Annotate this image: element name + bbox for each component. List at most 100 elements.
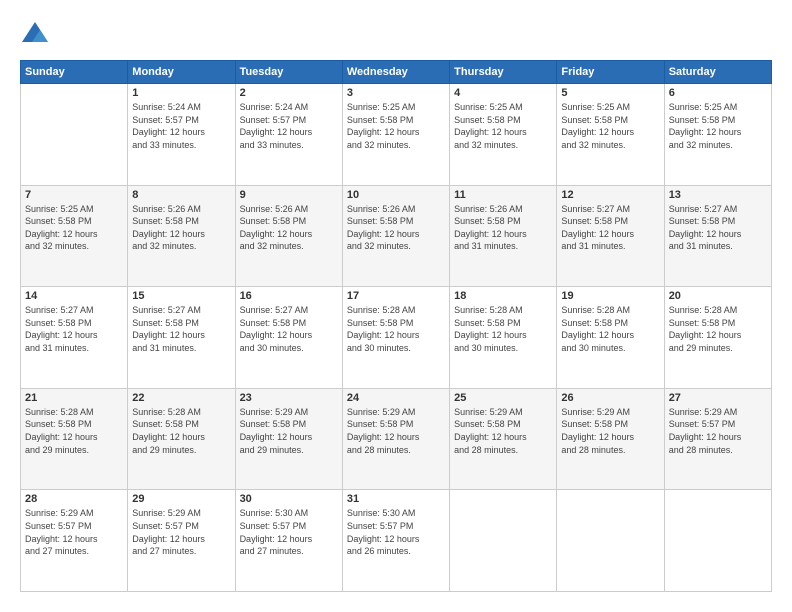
day-info: Sunrise: 5:28 AM Sunset: 5:58 PM Dayligh… — [132, 406, 230, 456]
calendar-cell: 26 Sunrise: 5:29 AM Sunset: 5:58 PM Dayli… — [557, 388, 664, 490]
calendar-week-row: 28 Sunrise: 5:29 AM Sunset: 5:57 PM Dayli… — [21, 490, 772, 592]
calendar-cell: 27 Sunrise: 5:29 AM Sunset: 5:57 PM Dayli… — [664, 388, 771, 490]
day-info: Sunrise: 5:24 AM Sunset: 5:57 PM Dayligh… — [240, 101, 338, 151]
day-info: Sunrise: 5:25 AM Sunset: 5:58 PM Dayligh… — [25, 203, 123, 253]
day-number: 7 — [25, 189, 123, 201]
day-number: 31 — [347, 493, 445, 505]
calendar-header-row: SundayMondayTuesdayWednesdayThursdayFrid… — [21, 61, 772, 84]
calendar-cell: 18 Sunrise: 5:28 AM Sunset: 5:58 PM Dayli… — [450, 287, 557, 389]
day-number: 6 — [669, 87, 767, 99]
day-number: 10 — [347, 189, 445, 201]
day-info: Sunrise: 5:27 AM Sunset: 5:58 PM Dayligh… — [240, 304, 338, 354]
day-info: Sunrise: 5:28 AM Sunset: 5:58 PM Dayligh… — [454, 304, 552, 354]
calendar-cell: 12 Sunrise: 5:27 AM Sunset: 5:58 PM Dayli… — [557, 185, 664, 287]
day-info: Sunrise: 5:26 AM Sunset: 5:58 PM Dayligh… — [347, 203, 445, 253]
calendar-cell: 25 Sunrise: 5:29 AM Sunset: 5:58 PM Dayli… — [450, 388, 557, 490]
column-header-saturday: Saturday — [664, 61, 771, 84]
day-info: Sunrise: 5:27 AM Sunset: 5:58 PM Dayligh… — [25, 304, 123, 354]
calendar-cell: 21 Sunrise: 5:28 AM Sunset: 5:58 PM Dayli… — [21, 388, 128, 490]
calendar-cell: 20 Sunrise: 5:28 AM Sunset: 5:58 PM Dayli… — [664, 287, 771, 389]
calendar-cell: 22 Sunrise: 5:28 AM Sunset: 5:58 PM Dayli… — [128, 388, 235, 490]
day-number: 9 — [240, 189, 338, 201]
day-number: 4 — [454, 87, 552, 99]
day-info: Sunrise: 5:29 AM Sunset: 5:57 PM Dayligh… — [132, 507, 230, 557]
day-info: Sunrise: 5:26 AM Sunset: 5:58 PM Dayligh… — [454, 203, 552, 253]
day-number: 19 — [561, 290, 659, 302]
day-number: 17 — [347, 290, 445, 302]
logo-icon — [20, 20, 50, 50]
day-info: Sunrise: 5:29 AM Sunset: 5:57 PM Dayligh… — [669, 406, 767, 456]
day-number: 21 — [25, 392, 123, 404]
day-number: 22 — [132, 392, 230, 404]
day-number: 12 — [561, 189, 659, 201]
day-number: 29 — [132, 493, 230, 505]
calendar-cell: 4 Sunrise: 5:25 AM Sunset: 5:58 PM Daylig… — [450, 84, 557, 186]
calendar-cell: 16 Sunrise: 5:27 AM Sunset: 5:58 PM Dayli… — [235, 287, 342, 389]
calendar-cell: 19 Sunrise: 5:28 AM Sunset: 5:58 PM Dayli… — [557, 287, 664, 389]
column-header-friday: Friday — [557, 61, 664, 84]
day-number: 27 — [669, 392, 767, 404]
day-number: 30 — [240, 493, 338, 505]
day-info: Sunrise: 5:28 AM Sunset: 5:58 PM Dayligh… — [669, 304, 767, 354]
day-number: 8 — [132, 189, 230, 201]
day-number: 18 — [454, 290, 552, 302]
day-number: 20 — [669, 290, 767, 302]
calendar-cell: 8Sunrise: 5:26 AM Sunset: 5:58 PM Daylig… — [128, 185, 235, 287]
calendar-cell: 29 Sunrise: 5:29 AM Sunset: 5:57 PM Dayli… — [128, 490, 235, 592]
day-info: Sunrise: 5:28 AM Sunset: 5:58 PM Dayligh… — [25, 406, 123, 456]
calendar-cell: 14Sunrise: 5:27 AM Sunset: 5:58 PM Dayli… — [21, 287, 128, 389]
day-info: Sunrise: 5:25 AM Sunset: 5:58 PM Dayligh… — [454, 101, 552, 151]
calendar-cell: 31 Sunrise: 5:30 AM Sunset: 5:57 PM Dayli… — [342, 490, 449, 592]
day-info: Sunrise: 5:29 AM Sunset: 5:58 PM Dayligh… — [454, 406, 552, 456]
day-info: Sunrise: 5:25 AM Sunset: 5:58 PM Dayligh… — [669, 101, 767, 151]
day-number: 11 — [454, 189, 552, 201]
header — [20, 20, 772, 50]
day-number: 26 — [561, 392, 659, 404]
column-header-sunday: Sunday — [21, 61, 128, 84]
calendar-cell — [557, 490, 664, 592]
day-info: Sunrise: 5:25 AM Sunset: 5:58 PM Dayligh… — [561, 101, 659, 151]
day-number: 23 — [240, 392, 338, 404]
day-number: 5 — [561, 87, 659, 99]
calendar-cell: 7 Sunrise: 5:25 AM Sunset: 5:58 PM Daylig… — [21, 185, 128, 287]
day-number: 24 — [347, 392, 445, 404]
day-number: 3 — [347, 87, 445, 99]
day-info: Sunrise: 5:30 AM Sunset: 5:57 PM Dayligh… — [240, 507, 338, 557]
day-info: Sunrise: 5:28 AM Sunset: 5:58 PM Dayligh… — [347, 304, 445, 354]
day-info: Sunrise: 5:27 AM Sunset: 5:58 PM Dayligh… — [669, 203, 767, 253]
calendar-cell: 5 Sunrise: 5:25 AM Sunset: 5:58 PM Daylig… — [557, 84, 664, 186]
day-number: 13 — [669, 189, 767, 201]
calendar-cell: 10 Sunrise: 5:26 AM Sunset: 5:58 PM Dayli… — [342, 185, 449, 287]
column-header-thursday: Thursday — [450, 61, 557, 84]
calendar-cell: 3Sunrise: 5:25 AM Sunset: 5:58 PM Daylig… — [342, 84, 449, 186]
calendar-week-row: 7 Sunrise: 5:25 AM Sunset: 5:58 PM Daylig… — [21, 185, 772, 287]
calendar-cell — [21, 84, 128, 186]
day-info: Sunrise: 5:29 AM Sunset: 5:58 PM Dayligh… — [561, 406, 659, 456]
day-number: 1 — [132, 87, 230, 99]
day-info: Sunrise: 5:28 AM Sunset: 5:58 PM Dayligh… — [561, 304, 659, 354]
calendar-cell: 2 Sunrise: 5:24 AM Sunset: 5:57 PM Daylig… — [235, 84, 342, 186]
day-info: Sunrise: 5:27 AM Sunset: 5:58 PM Dayligh… — [561, 203, 659, 253]
calendar-cell: 1 Sunrise: 5:24 AM Sunset: 5:57 PM Daylig… — [128, 84, 235, 186]
column-header-monday: Monday — [128, 61, 235, 84]
day-number: 28 — [25, 493, 123, 505]
day-info: Sunrise: 5:27 AM Sunset: 5:58 PM Dayligh… — [132, 304, 230, 354]
day-info: Sunrise: 5:29 AM Sunset: 5:58 PM Dayligh… — [240, 406, 338, 456]
calendar-cell: 17 Sunrise: 5:28 AM Sunset: 5:58 PM Dayli… — [342, 287, 449, 389]
logo — [20, 20, 54, 50]
column-header-tuesday: Tuesday — [235, 61, 342, 84]
day-number: 25 — [454, 392, 552, 404]
calendar-cell — [450, 490, 557, 592]
calendar-cell: 13 Sunrise: 5:27 AM Sunset: 5:58 PM Dayli… — [664, 185, 771, 287]
day-number: 16 — [240, 290, 338, 302]
calendar-cell: 23 Sunrise: 5:29 AM Sunset: 5:58 PM Dayli… — [235, 388, 342, 490]
day-info: Sunrise: 5:24 AM Sunset: 5:57 PM Dayligh… — [132, 101, 230, 151]
calendar-cell: 11 Sunrise: 5:26 AM Sunset: 5:58 PM Dayli… — [450, 185, 557, 287]
calendar-cell: 28Sunrise: 5:29 AM Sunset: 5:57 PM Dayli… — [21, 490, 128, 592]
day-number: 2 — [240, 87, 338, 99]
calendar-week-row: 14Sunrise: 5:27 AM Sunset: 5:58 PM Dayli… — [21, 287, 772, 389]
day-info: Sunrise: 5:30 AM Sunset: 5:57 PM Dayligh… — [347, 507, 445, 557]
calendar-cell: 24Sunrise: 5:29 AM Sunset: 5:58 PM Dayli… — [342, 388, 449, 490]
calendar-cell: 9Sunrise: 5:26 AM Sunset: 5:58 PM Daylig… — [235, 185, 342, 287]
calendar-cell: 6 Sunrise: 5:25 AM Sunset: 5:58 PM Daylig… — [664, 84, 771, 186]
